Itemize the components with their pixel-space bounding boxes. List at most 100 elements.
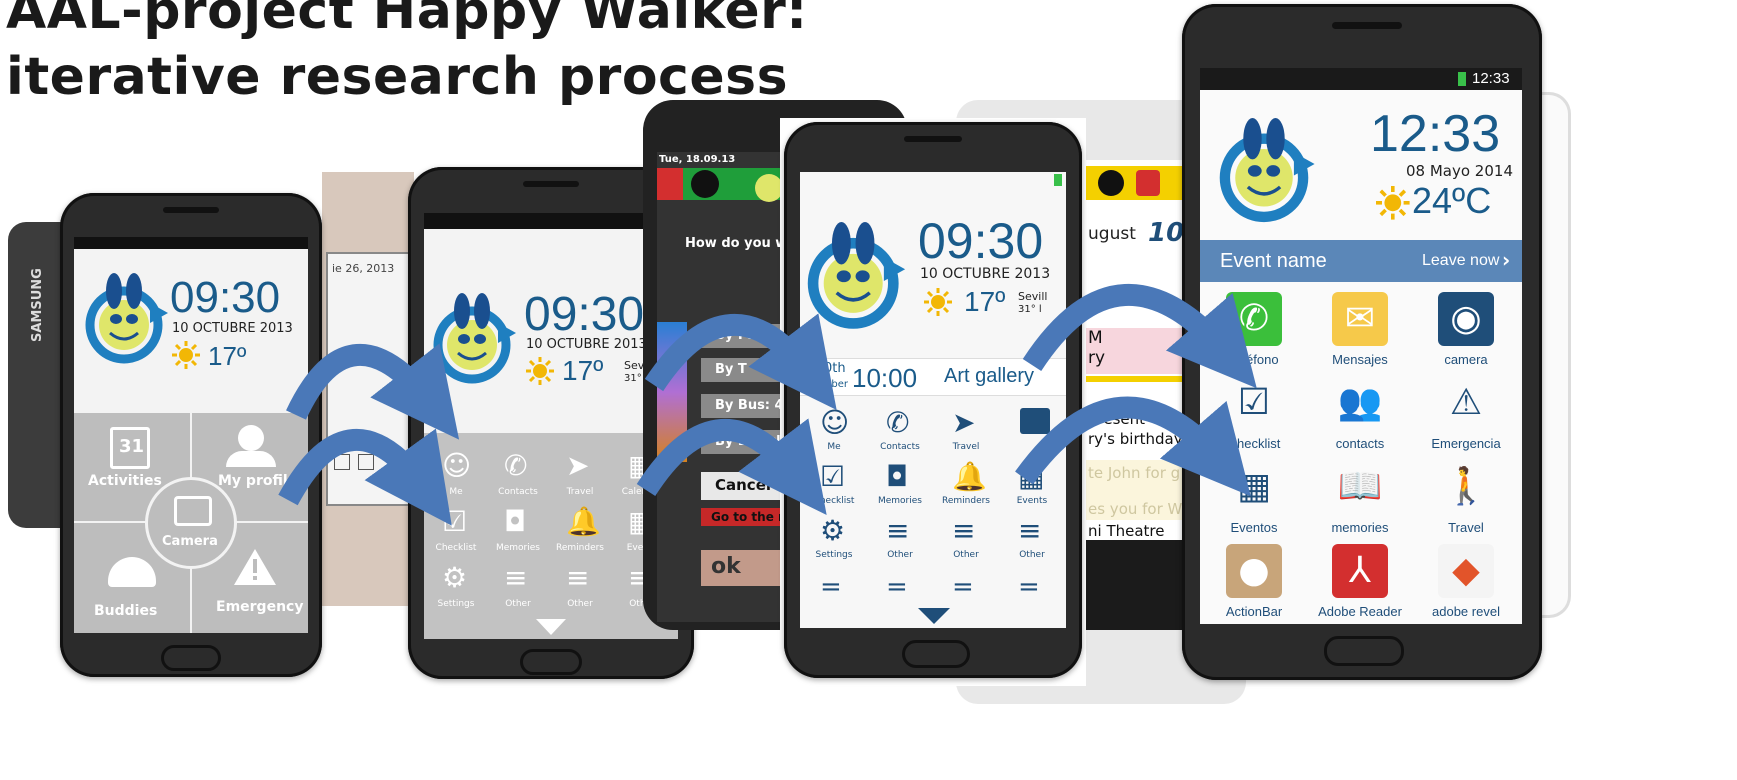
menu-icon: ≡ [952,514,976,547]
leave-now[interactable]: Leave now [1422,252,1499,270]
home-button[interactable] [1324,636,1404,666]
menu-item-memories[interactable]: ◘ Memories [488,505,548,557]
camera-tile[interactable]: Camera [145,477,237,569]
app-travel[interactable]: 🚶 Travel [1414,458,1518,538]
navigation-arrow-icon[interactable] [1098,170,1124,196]
app-checklist[interactable]: ☑ Checklist [1202,374,1306,454]
menu-item-label: Memories [877,496,922,506]
warning-icon [234,549,276,585]
calendar-icon: 31 [110,427,150,469]
event-time: 10:00 [852,363,918,393]
menu-item-label: Reminders [556,543,604,553]
menu-item-me[interactable]: ☺ Me [426,449,486,501]
phone-prototype-3: 09:30 10 OCTUBRE 2013 17º Sevill 31° l 0… [784,122,1082,678]
menu-item-label: Other [887,550,913,560]
speaker [1332,22,1402,29]
menu-item-label: Me [449,487,463,497]
menu-item-label: Contacts [498,487,538,497]
dark-color-strip [657,322,687,462]
group-icon: 👥 [1337,382,1383,423]
app-adobe-revel[interactable]: ◆ adobe revel [1414,542,1518,622]
home-button[interactable] [902,640,970,668]
menu-item-other[interactable]: ≡ Other [1000,514,1064,566]
sun-icon [526,357,554,385]
phone-icon: ✆ [1226,292,1282,346]
phone4-screen: 12:33 12:33 08 Mayo 2014 24ºC Event name… [1200,68,1522,624]
menu-item-memories[interactable]: ◘ Memories [868,460,932,512]
smiley-logo-icon [432,293,518,389]
app-camera[interactable]: ◉ camera [1414,290,1518,370]
menu-item-label: Other [1019,550,1045,560]
menu-item-travel[interactable]: ➤ Travel [550,449,610,501]
navigation-arrow-icon: ➤ [566,449,590,482]
app-contacts[interactable]: 👥 contacts [1308,374,1412,454]
menu-item-label: Settings [437,599,475,609]
menu-item-reminders[interactable]: 🔔 Reminders [550,505,610,557]
white-month: ugust [1088,224,1136,244]
app-memories[interactable]: 📖 memories [1308,458,1412,538]
home-button[interactable] [520,649,582,675]
menu-item-checklist[interactable]: ☑ Checklist [426,505,486,557]
actionbar-icon: ● [1226,544,1282,598]
bg-device-edge [1538,92,1571,618]
app-actionbar[interactable]: ● ActionBar [1202,542,1306,622]
camera-icon: ◉ [1438,292,1494,346]
menu-item-me[interactable]: ☺ Me [802,406,866,458]
calendar-icon[interactable] [1136,170,1160,196]
camera-label: Camera [162,534,218,549]
smiley-icon: ☺ [442,449,472,482]
calendar-day: 31 [119,436,145,457]
emergency-label: Emergency [216,599,304,615]
menu-item-label: Other [953,550,979,560]
menu-item-travel[interactable]: ➤ Travel [934,406,998,458]
speaker [904,136,962,142]
phone-prototype-1: 09:30 10 OCTUBRE 2013 17º 31 Activities … [60,193,322,677]
app-label: camera [1444,352,1488,367]
person-icon [238,425,264,451]
menu-item-events[interactable]: ▦ Events [1000,460,1064,512]
phone3-date: 10 OCTUBRE 2013 [920,266,1051,282]
app-label: ActionBar [1225,604,1283,619]
checklist-icon: ☑ [1237,382,1271,423]
phone4-time: 12:33 [1370,105,1501,163]
app-emergencia[interactable]: ⚠ Emergencia [1414,374,1518,454]
menu-item-other[interactable]: ≡ Other [868,514,932,566]
bell-icon: 🔔 [952,460,987,493]
app-label: memories [1331,520,1389,535]
menu-item-label: Memories [495,543,540,553]
expand-arrow-icon[interactable] [536,619,566,635]
app-mensajes[interactable]: ✉ Mensajes [1308,290,1412,370]
menu-item-reminders[interactable]: 🔔 Reminders [934,460,998,512]
home-button[interactable] [161,645,221,671]
smiley-logo-icon [84,273,170,369]
menu-item-contacts[interactable]: ✆ Contacts [868,406,932,458]
menu-item-settings[interactable]: ⚙ Settings [426,561,486,613]
menu-item-other[interactable]: ≡ Other [488,561,548,613]
menu-item-checklist[interactable]: ☑ Checklist [802,460,866,512]
navigation-arrow-icon[interactable] [691,170,719,198]
profile-label: My profil [218,473,288,489]
camera-icon: ◘ [504,505,527,538]
calendar-icon[interactable] [1020,408,1050,434]
app-adobe-reader[interactable]: ⅄ Adobe Reader [1308,542,1412,622]
menu-item-label: Me [827,442,841,452]
white-line: ry's birthday [1088,430,1183,448]
bg-paper-device: ie 26, 2013 [322,172,418,606]
event-row[interactable]: 0th October 10:00 Art gallery [800,358,1066,396]
paper-checkbox [334,454,350,470]
navigation-arrow-icon: ➤ [952,406,976,439]
event-bar[interactable]: Event name Leave now › [1200,240,1522,282]
menu-item-other[interactable]: ≡ Other [934,514,998,566]
menu-item-other[interactable]: ≡ Other [550,561,610,613]
white-time-digits: 10 [1148,218,1185,248]
app-teléfono[interactable]: ✆ Teléfono [1202,290,1306,370]
menu-item-label: Reminders [942,496,990,506]
menu-item-contacts[interactable]: ✆ Contacts [488,449,548,501]
phone4-temp: 24ºC [1412,180,1492,221]
menu-item-settings[interactable]: ⚙ Settings [802,514,866,566]
go-to-label: Go to the n [711,510,787,524]
app-eventos[interactable]: ▦ Eventos [1202,458,1306,538]
battery-icon [1458,72,1466,86]
expand-arrow-icon[interactable] [918,608,950,624]
phone-icon: ✆ [886,406,910,439]
